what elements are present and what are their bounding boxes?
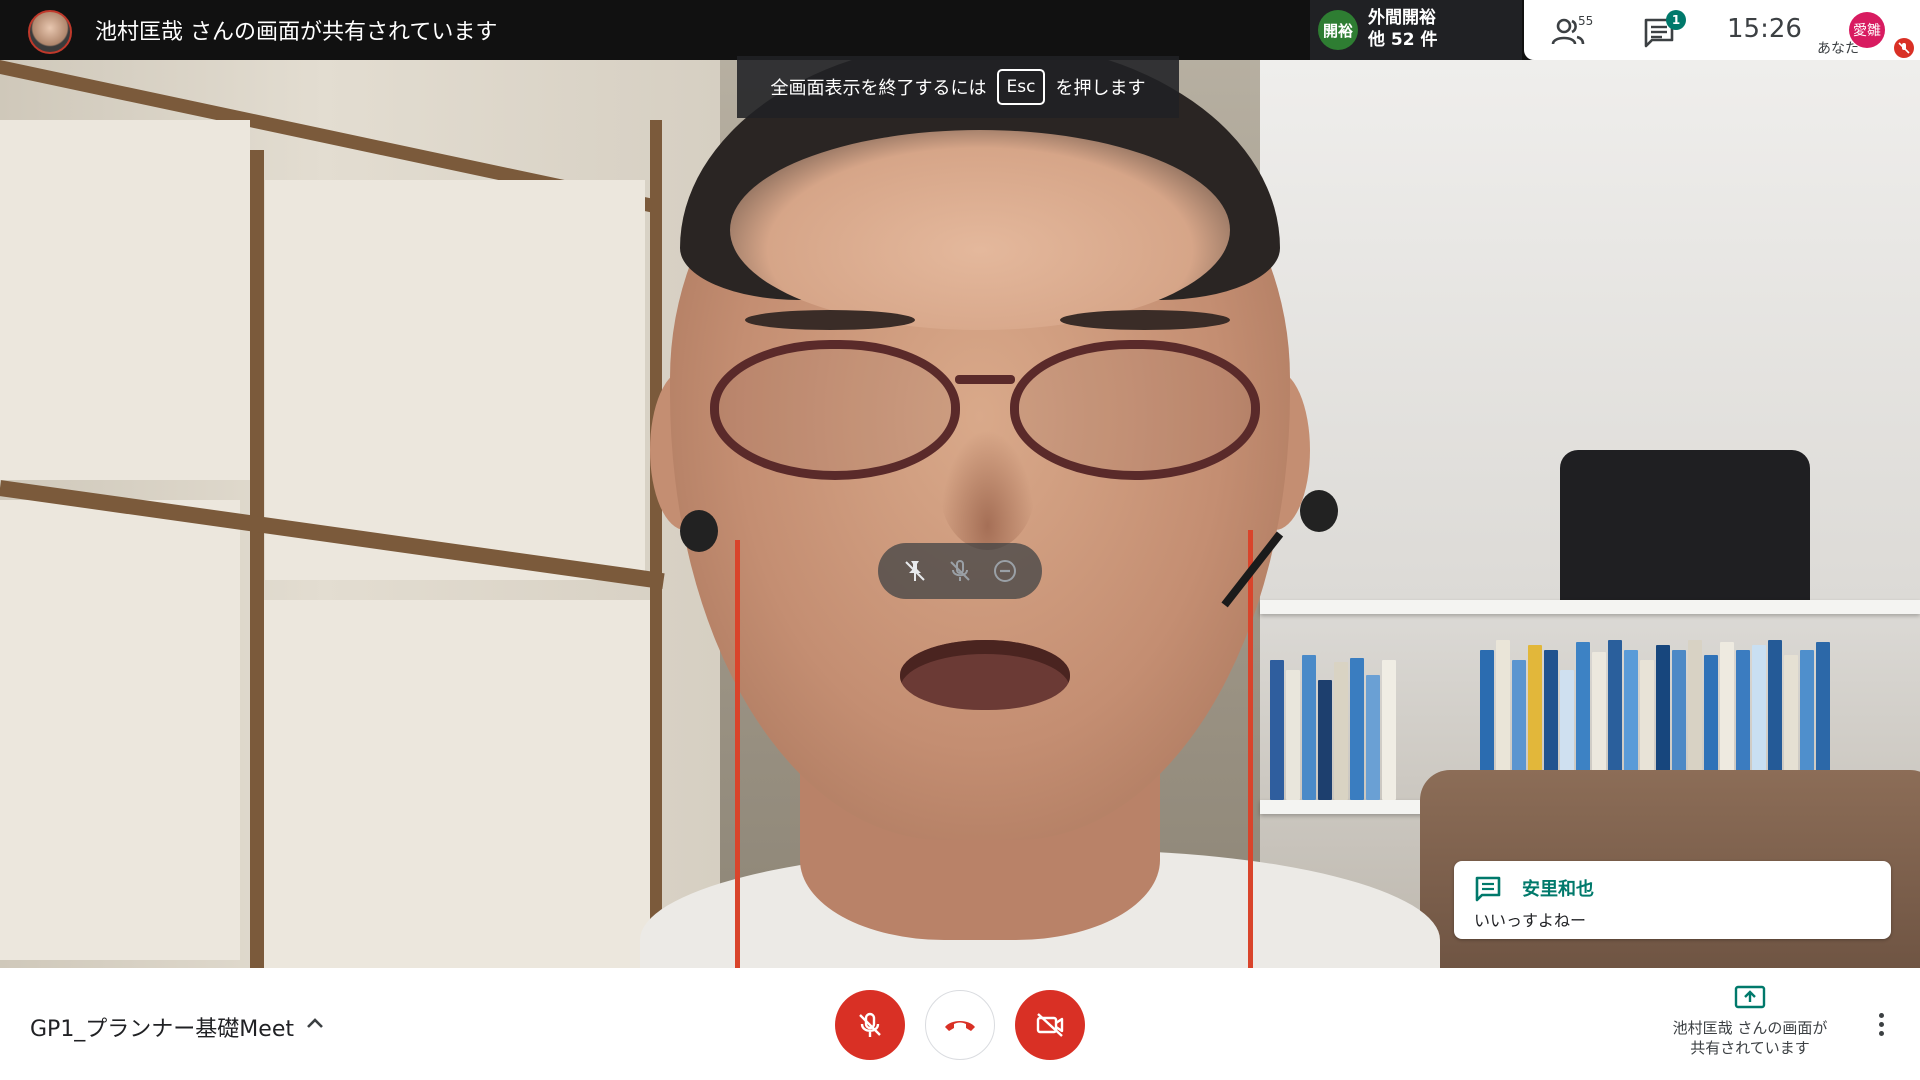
mute-participant-button[interactable] — [944, 555, 976, 587]
more-options-button[interactable] — [1868, 1004, 1894, 1044]
participant-avatar: 開裕 — [1318, 10, 1358, 50]
earphone-wire-left — [735, 540, 740, 968]
mic-off-icon — [950, 560, 970, 581]
shoji-panel — [255, 600, 655, 968]
glasses-bridge — [955, 375, 1015, 384]
people-count: 55 — [1578, 14, 1594, 28]
more-vert-icon — [1878, 1012, 1884, 1018]
left-eyebrow — [745, 310, 915, 330]
chat-notification[interactable]: 安里和也 いいっすよねー — [1454, 861, 1891, 939]
shoji-panel — [0, 500, 240, 960]
glasses-right-lens — [1010, 340, 1260, 480]
nose — [940, 430, 1035, 550]
shoji-post — [250, 150, 264, 968]
chat-sender: 安里和也 — [1522, 879, 1594, 900]
participant-others: 他 52 件 — [1368, 30, 1438, 50]
presenter-banner: 池村匡哉 さんの画面が共有されています — [95, 20, 498, 45]
remove-participant-button[interactable] — [989, 555, 1021, 587]
glasses-left-lens — [710, 340, 960, 480]
presenting-line-2: 共有されています — [1690, 1039, 1810, 1057]
chat-message: いいっすよねー — [1474, 911, 1587, 930]
camera-off-icon — [1036, 1013, 1064, 1037]
pin-button[interactable] — [899, 555, 931, 587]
chevron-up-icon[interactable] — [302, 1010, 328, 1036]
mic-off-icon — [859, 1012, 881, 1037]
mouth — [900, 640, 1070, 710]
shoji-panel — [0, 120, 250, 480]
chat-icon — [1475, 876, 1501, 902]
left-earbud — [680, 510, 718, 552]
presenter-avatar — [28, 10, 72, 54]
present-icon — [1734, 985, 1766, 1009]
tile-controls — [878, 543, 1042, 599]
hangup-icon — [945, 1021, 975, 1031]
bottom-bar: GP1_プランナー基礎Meet 池村匡哉 さんの画面が 共有されています — [0, 968, 1920, 1080]
exit-fullscreen-hint: 全画面表示を終了するには Esc を押します — [737, 56, 1179, 118]
hint-suffix: を押します — [1055, 78, 1146, 99]
black-bag — [1560, 450, 1810, 610]
right-eyebrow — [1060, 310, 1230, 330]
self-label: あなた — [1817, 41, 1859, 57]
top-bar: 池村匡哉 さんの画面が共有されています 開裕 外間開裕 他 52 件 55 1 … — [0, 0, 1920, 60]
chat-unread-badge: 1 — [1666, 10, 1686, 30]
clock: 15:26 — [1727, 14, 1802, 44]
presenting-status[interactable]: 池村匡哉 さんの画面が 共有されています — [1650, 984, 1850, 1074]
shoji-panel — [265, 180, 645, 580]
presenter-video — [0, 0, 1920, 968]
camera-toggle-button[interactable] — [1015, 990, 1085, 1060]
self-muted-icon — [1894, 38, 1914, 58]
hint-prefix: 全画面表示を終了するには — [770, 78, 987, 99]
forehead-highlight — [730, 130, 1230, 330]
leave-call-button[interactable] — [925, 990, 995, 1060]
esc-key-label: Esc — [996, 69, 1046, 105]
right-earbud — [1300, 490, 1338, 532]
participant-chip[interactable]: 開裕 外間開裕 他 52 件 — [1310, 0, 1522, 60]
earphone-wire-right — [1248, 530, 1253, 968]
meeting-title[interactable]: GP1_プランナー基礎Meet — [30, 1011, 294, 1043]
mic-toggle-button[interactable] — [835, 990, 905, 1060]
minus-circle-icon — [994, 560, 1017, 582]
presenting-line-1: 池村匡哉 さんの画面が — [1672, 1019, 1828, 1037]
participant-person — [600, 40, 1440, 968]
pin-icon — [904, 561, 925, 581]
participant-name: 外間開裕 — [1368, 8, 1436, 28]
